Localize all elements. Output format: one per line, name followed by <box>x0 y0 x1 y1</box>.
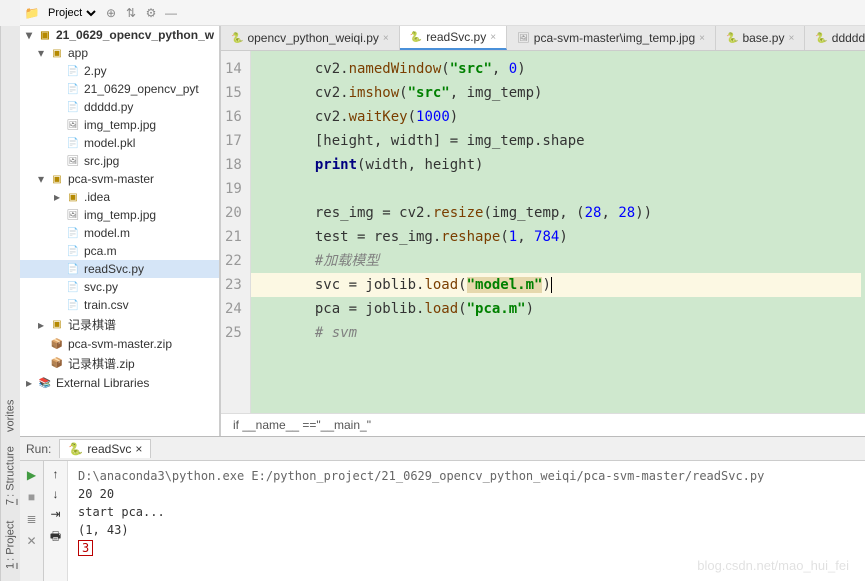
tree-file[interactable]: 📄pca.m <box>20 242 219 260</box>
gutter: 141516171819202122232425 <box>221 51 251 413</box>
tree-file[interactable]: 📦记录棋谱.zip <box>20 353 219 374</box>
tab-img[interactable]: 🖼pca-svm-master\img_temp.jpg× <box>507 26 716 50</box>
run-controls-2: ↑ ↓ ⇥ 🖶 <box>44 461 68 581</box>
sidebar-btn-project[interactable]: 11: Project: Project <box>3 519 19 573</box>
breadcrumb[interactable]: if __name__ =="__main_" <box>221 413 865 436</box>
close-icon[interactable]: × <box>788 33 794 44</box>
down-button[interactable]: ↓ <box>53 487 59 501</box>
tree-file[interactable]: 📄svc.py <box>20 278 219 296</box>
run-tabstrip: Run: 🐍readSvc× <box>20 437 865 461</box>
run-controls: ▶ ■ ≣ ✕ <box>20 461 44 581</box>
editor-tabs: 🐍opencv_python_weiqi.py× 🐍readSvc.py× 🖼p… <box>221 26 865 51</box>
main-area: ▾▣21_0629_opencv_python_w ▾▣app 📄2.py 📄2… <box>20 26 865 436</box>
python-icon: 🐍 <box>68 442 83 456</box>
project-tree[interactable]: ▾▣21_0629_opencv_python_w ▾▣app 📄2.py 📄2… <box>20 26 220 436</box>
code-editor[interactable]: 141516171819202122232425 cv2.namedWindow… <box>221 51 865 413</box>
folder-icon: 📁 <box>24 5 40 21</box>
rerun-button[interactable]: ▶ <box>24 467 40 483</box>
tree-root[interactable]: ▾▣21_0629_opencv_python_w <box>20 26 219 44</box>
gear-icon[interactable]: ⚙ <box>143 5 159 21</box>
tree-file[interactable]: 🖼img_temp.jpg <box>20 206 219 224</box>
python-icon: 🐍 <box>231 33 243 44</box>
close-icon[interactable]: × <box>135 442 142 456</box>
tab-readsvc[interactable]: 🐍readSvc.py× <box>400 26 507 50</box>
tree-file[interactable]: 📄model.pkl <box>20 134 219 152</box>
up-button[interactable]: ↑ <box>53 467 59 481</box>
editor-pane: 🐍opencv_python_weiqi.py× 🐍readSvc.py× 🖼p… <box>220 26 865 436</box>
project-view-select[interactable]: Project <box>44 6 99 20</box>
tab-base[interactable]: 🐍base.py× <box>716 26 805 50</box>
tree-file[interactable]: 📄ddddd.py <box>20 98 219 116</box>
python-icon: 🐍 <box>410 32 422 43</box>
code-body[interactable]: cv2.namedWindow("src", 0)cv2.imshow("src… <box>251 51 865 413</box>
tab-ddddd[interactable]: 🐍ddddd <box>805 26 865 50</box>
stop-button[interactable]: ■ <box>24 489 40 505</box>
print-button[interactable]: 🖶 <box>50 527 61 548</box>
tree-file[interactable]: 📄21_0629_opencv_pyt <box>20 80 219 98</box>
tree-file-readsvc[interactable]: 📄readSvc.py <box>20 260 219 278</box>
tree-folder-svm[interactable]: ▾▣pca-svm-master <box>20 170 219 188</box>
close-button[interactable]: ✕ <box>24 533 40 549</box>
python-icon: 🐍 <box>815 33 827 44</box>
run-output[interactable]: D:\anaconda3\python.exe E:/python_projec… <box>68 461 865 581</box>
close-icon[interactable]: × <box>383 33 389 44</box>
run-panel: Run: 🐍readSvc× ▶ ■ ≣ ✕ ↑ ↓ ⇥ 🖶 D:\anacon… <box>20 436 865 581</box>
python-icon: 🐍 <box>726 33 738 44</box>
tree-file[interactable]: 📄train.csv <box>20 296 219 314</box>
close-icon[interactable]: × <box>490 32 496 43</box>
run-tab-readsvc[interactable]: 🐍readSvc× <box>59 439 151 458</box>
scroll-icon[interactable]: ⇅ <box>123 5 139 21</box>
dump-button[interactable]: ≣ <box>24 511 40 527</box>
tree-external-libs[interactable]: ▸📚External Libraries <box>20 374 219 392</box>
project-toolbar: 📁 Project ⊕ ⇅ ⚙ — <box>20 0 865 26</box>
tree-file[interactable]: 📄model.m <box>20 224 219 242</box>
tree-folder-record[interactable]: ▸▣记录棋谱 <box>20 314 219 335</box>
image-icon: 🖼 <box>517 33 530 44</box>
tree-folder-idea[interactable]: ▸▣.idea <box>20 188 219 206</box>
run-label: Run: <box>26 442 51 456</box>
close-icon[interactable]: × <box>699 33 705 44</box>
tree-folder-app[interactable]: ▾▣app <box>20 44 219 62</box>
sidebar-btn-favorites[interactable]: vorites <box>3 397 19 433</box>
tree-file[interactable]: 🖼img_temp.jpg <box>20 116 219 134</box>
output-value: 3 <box>78 540 93 556</box>
tree-file[interactable]: 📦pca-svm-master.zip <box>20 335 219 353</box>
wrap-button[interactable]: ⇥ <box>50 507 60 521</box>
hide-icon[interactable]: — <box>163 5 179 21</box>
left-tool-strip: 11: Project: Project 7: Structure vorite… <box>0 26 20 581</box>
tree-file[interactable]: 🖼src.jpg <box>20 152 219 170</box>
tab-opencv[interactable]: 🐍opencv_python_weiqi.py× <box>221 26 400 50</box>
sidebar-btn-structure[interactable]: 7: Structure <box>3 444 19 509</box>
tree-file[interactable]: 📄2.py <box>20 62 219 80</box>
collapse-icon[interactable]: ⊕ <box>103 5 119 21</box>
